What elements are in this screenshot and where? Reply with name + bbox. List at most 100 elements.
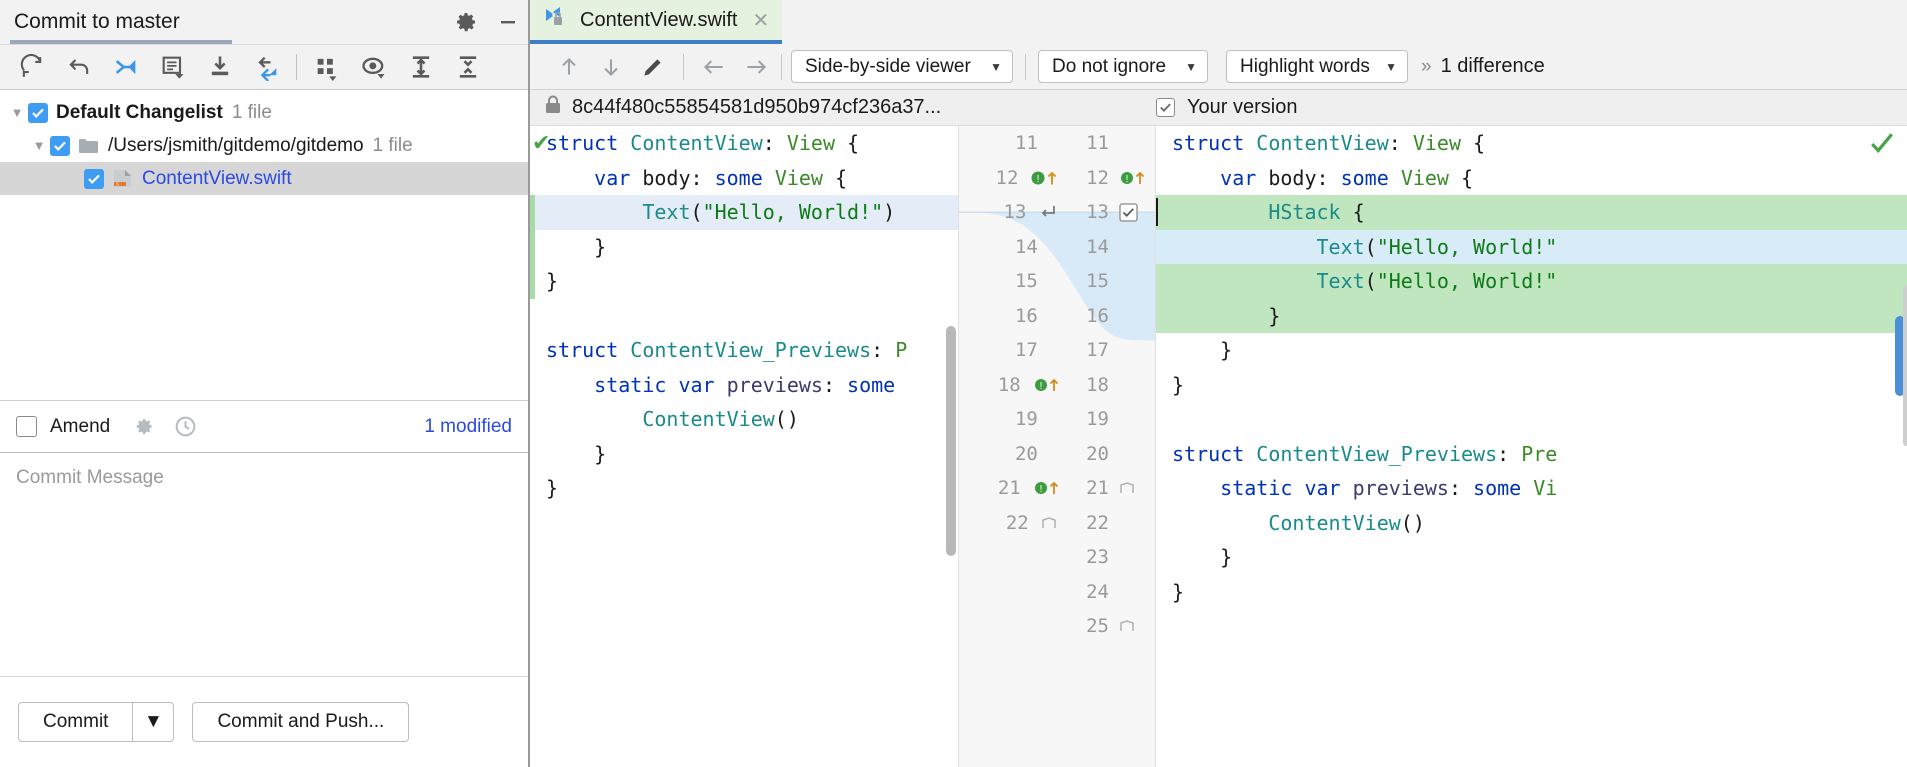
gutter-marker-left: ! <box>1029 478 1063 498</box>
file-checkbox[interactable] <box>84 168 104 189</box>
left-scrollbar-thumb[interactable] <box>946 326 956 556</box>
code-token: ContentView <box>642 407 775 431</box>
accept-right-icon[interactable] <box>735 46 777 88</box>
svg-text:S: S <box>116 182 119 187</box>
amend-row: Amend 1 modified <box>0 400 528 452</box>
changes-tree: ▼ Default Changelist 1 file ▼ /Users/jsm… <box>0 90 528 195</box>
edit-pencil-icon[interactable] <box>632 46 674 88</box>
gutter-marker-right[interactable] <box>1115 619 1155 633</box>
code-line: } <box>1156 575 1907 610</box>
minimize-icon[interactable] <box>496 10 520 34</box>
code-token: body <box>1268 165 1317 190</box>
code-token: static var <box>1172 476 1353 500</box>
commit-message-area[interactable]: Commit Message <box>0 452 528 677</box>
code-token: static var <box>546 372 727 397</box>
group-by-icon[interactable] <box>303 45 350 89</box>
right-scrollbar-thumb-outer[interactable] <box>1903 286 1907 446</box>
code-token: { <box>822 165 848 190</box>
tree-row-changelist[interactable]: ▼ Default Changelist 1 file <box>0 96 528 129</box>
right-accept-check-icon[interactable] <box>1869 130 1895 162</box>
accept-left-icon[interactable] <box>693 46 735 88</box>
code-token: : <box>1448 476 1474 500</box>
gutter-line-number-left: 17 <box>1014 339 1038 362</box>
highlight-mode-label: Highlight words <box>1240 55 1370 77</box>
code-token: ( <box>690 200 703 224</box>
code-line: } <box>1156 368 1907 403</box>
code-token: () <box>774 407 799 431</box>
chevron-down-icon[interactable]: ▼ <box>28 138 50 153</box>
move-to-changelist-icon[interactable] <box>102 45 149 89</box>
previous-difference-icon[interactable] <box>548 46 590 88</box>
preview-icon[interactable] <box>350 45 397 89</box>
gutter-row: 21! 21 <box>959 471 1155 506</box>
gutter-marker-right[interactable] <box>1115 481 1155 495</box>
gutter-row: 13 13 <box>959 195 1155 230</box>
accept-check-icon[interactable]: ✔ <box>532 126 550 161</box>
left-scrollbar[interactable] <box>944 126 958 767</box>
gutter-line-number-right: 14 <box>1086 235 1109 258</box>
gutter-line-number-right: 16 <box>1086 304 1109 327</box>
diff-gutter: 11 11 12! 12! 13 13 14 14 15 15 16 16 17 17 18! 18 19 19 2… <box>958 126 1156 767</box>
left-code-lines: ✔ struct ContentView: View { var body: so… <box>530 126 958 506</box>
viewer-mode-select[interactable]: Side-by-side viewer ▼ <box>791 50 1013 83</box>
tree-row-file[interactable]: S ContentView.swift <box>0 162 528 195</box>
next-difference-icon[interactable] <box>590 46 632 88</box>
gear-icon[interactable] <box>454 10 478 34</box>
changelist-checkbox[interactable] <box>28 102 48 123</box>
tree-row-folder[interactable]: ▼ /Users/jsmith/gitdemo/gitdemo 1 file <box>0 129 528 162</box>
gear-icon[interactable] <box>132 415 155 438</box>
diff-icon[interactable] <box>243 45 290 89</box>
accept-change-checkbox <box>1119 203 1138 222</box>
gutter-marker-left[interactable] <box>1034 202 1058 222</box>
toolbar-separator <box>1025 53 1026 80</box>
gutter-marker-left[interactable] <box>1037 516 1057 530</box>
edit-changelist-icon[interactable] <box>149 45 196 89</box>
history-clock-icon[interactable] <box>173 414 198 439</box>
svg-text:!: ! <box>1039 381 1042 392</box>
code-token: var <box>546 165 643 190</box>
tree-empty-area <box>0 195 528 400</box>
code-token: some <box>714 165 775 190</box>
ignore-mode-select[interactable]: Do not ignore ▼ <box>1038 50 1208 83</box>
code-token: ContentView_Previews <box>630 338 872 362</box>
commit-dropdown-button[interactable]: ▼ <box>132 702 175 742</box>
code-token: previews <box>1352 476 1449 500</box>
right-scrollbar[interactable] <box>1893 126 1907 767</box>
fold-icon <box>1041 516 1056 528</box>
code-token: Pre <box>1521 441 1558 466</box>
your-version-checkbox[interactable] <box>1156 98 1175 117</box>
commit-button[interactable]: Commit <box>18 702 133 742</box>
code-token: } <box>1172 579 1185 604</box>
code-token: some <box>1473 476 1534 500</box>
expand-all-icon[interactable] <box>397 45 444 89</box>
code-token: } <box>1172 303 1281 328</box>
close-icon[interactable]: ✕ <box>753 8 770 33</box>
gutter-line-number-right: 25 <box>1086 615 1109 638</box>
code-token: : <box>762 131 787 155</box>
tab-contentview-swift[interactable]: ContentView.swift ✕ <box>530 0 783 44</box>
gutter-line-number-left: 11 <box>1014 132 1038 155</box>
commit-and-push-button[interactable]: Commit and Push... <box>192 702 410 742</box>
chevron-down-icon[interactable]: ▼ <box>6 105 28 120</box>
commit-panel: Commit to master ▼ Default Changelist 1 … <box>0 0 530 767</box>
right-code-pane[interactable]: struct ContentView: View { var body: som… <box>1156 126 1907 767</box>
refresh-icon[interactable] <box>8 45 55 89</box>
folder-checkbox[interactable] <box>50 135 70 156</box>
code-token: { <box>1448 165 1474 190</box>
gutter-marker-right[interactable] <box>1115 203 1155 222</box>
gutter-line-number-left: 19 <box>1014 408 1038 431</box>
gutter-row: 16 16 <box>959 299 1155 334</box>
code-token: } <box>1172 372 1185 397</box>
revert-icon[interactable] <box>55 45 102 89</box>
collapse-all-icon[interactable] <box>444 45 491 89</box>
amend-checkbox[interactable] <box>16 416 37 437</box>
code-token: struct <box>1172 441 1257 466</box>
left-code-pane[interactable]: ✔ struct ContentView: View { var body: so… <box>530 126 958 767</box>
highlight-mode-select[interactable]: Highlight words ▼ <box>1226 50 1408 83</box>
code-token: struct <box>546 338 631 362</box>
code-token: ContentView <box>1268 510 1401 535</box>
svg-text:!: ! <box>1039 484 1042 495</box>
toolbar-overflow-icon[interactable]: » <box>1421 56 1432 78</box>
shelve-icon[interactable] <box>196 45 243 89</box>
gutter-row: 19 19 <box>959 402 1155 437</box>
